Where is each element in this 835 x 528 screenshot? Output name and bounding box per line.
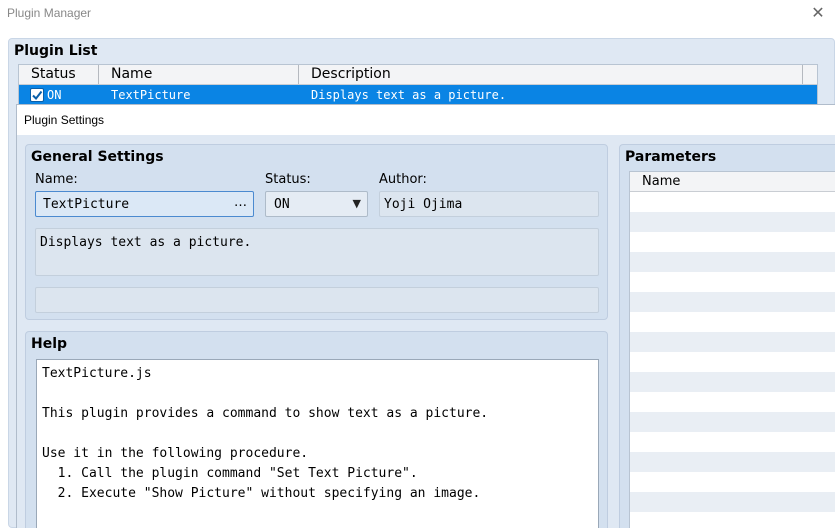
help-line: 1. Call the plugin command "Set Text Pic… <box>42 466 418 481</box>
parameter-row[interactable] <box>630 452 835 472</box>
parameter-row[interactable] <box>630 312 835 332</box>
status-dropdown-value: ON <box>274 197 290 212</box>
description-field[interactable]: Displays text as a picture. <box>35 228 599 276</box>
parameter-row[interactable] <box>630 512 835 528</box>
help-title: Help <box>31 336 68 352</box>
plugin-table: Status Name Description ON TextPicture D… <box>18 64 818 106</box>
help-group: Help TextPicture.js This plugin provides… <box>25 331 608 528</box>
name-field[interactable]: TextPicture … <box>35 191 254 217</box>
parameter-row[interactable] <box>630 272 835 292</box>
column-header-name[interactable]: Name <box>99 65 299 84</box>
table-row[interactable]: ON TextPicture Displays text as a pictur… <box>19 85 817 105</box>
browse-icon[interactable]: … <box>234 195 247 210</box>
plugin-table-header: Status Name Description <box>19 65 817 85</box>
author-field[interactable]: Yoji Ojima <box>379 191 599 217</box>
dropdown-arrow-icon: ▼ <box>352 197 361 210</box>
general-settings-group: General Settings Name: Status: Author: T… <box>25 144 608 320</box>
name-label: Name: <box>35 172 78 187</box>
plugin-manager-titlebar: Plugin Manager ✕ <box>0 0 835 30</box>
help-line: Use it in the following procedure. <box>42 446 309 461</box>
description-field-value: Displays text as a picture. <box>40 235 252 250</box>
parameter-row[interactable] <box>630 412 835 432</box>
row-status-text: ON <box>47 88 62 102</box>
status-checkbox[interactable] <box>30 88 44 102</box>
parameter-row[interactable] <box>630 472 835 492</box>
help-line: TextPicture.js <box>42 366 152 381</box>
status-label: Status: <box>265 172 311 187</box>
checkmark-icon <box>32 90 43 101</box>
parameters-column-name[interactable]: Name <box>630 172 835 192</box>
row-description-cell: Displays text as a picture. <box>311 88 507 102</box>
parameter-row[interactable] <box>630 232 835 252</box>
help-line: This plugin provides a command to show t… <box>42 406 489 421</box>
parameter-row[interactable] <box>630 352 835 372</box>
help-text-area[interactable]: TextPicture.js This plugin provides a co… <box>36 359 599 528</box>
parameters-table: Name <box>629 171 835 528</box>
status-dropdown[interactable]: ON ▼ <box>265 191 368 217</box>
parameter-row[interactable] <box>630 492 835 512</box>
parameters-title: Parameters <box>625 149 717 165</box>
extra-field[interactable] <box>35 287 599 313</box>
parameter-row[interactable] <box>630 372 835 392</box>
plugin-settings-dialog: Plugin Settings General Settings Name: S… <box>16 104 835 528</box>
parameter-row[interactable] <box>630 192 835 212</box>
column-header-description[interactable]: Description <box>299 65 803 84</box>
parameter-row[interactable] <box>630 392 835 412</box>
parameter-row[interactable] <box>630 332 835 352</box>
name-field-value: TextPicture <box>43 197 130 212</box>
parameter-row[interactable] <box>630 432 835 452</box>
dialog-title: Plugin Settings <box>24 113 105 127</box>
close-icon[interactable]: ✕ <box>809 4 827 22</box>
plugin-list-title: Plugin List <box>14 43 98 59</box>
parameter-row[interactable] <box>630 252 835 272</box>
parameter-row[interactable] <box>630 212 835 232</box>
plugin-settings-titlebar: Plugin Settings <box>17 105 835 135</box>
row-name-cell: TextPicture <box>111 88 191 102</box>
help-line: 2. Execute "Show Picture" without specif… <box>42 486 481 501</box>
parameter-row[interactable] <box>630 292 835 312</box>
window-title: Plugin Manager <box>7 6 92 20</box>
row-status-cell: ON <box>19 85 99 105</box>
author-label: Author: <box>379 172 427 187</box>
author-field-value: Yoji Ojima <box>384 197 463 212</box>
column-header-status[interactable]: Status <box>19 65 99 84</box>
general-settings-title: General Settings <box>31 149 164 165</box>
parameters-group: Parameters Name <box>619 144 835 528</box>
